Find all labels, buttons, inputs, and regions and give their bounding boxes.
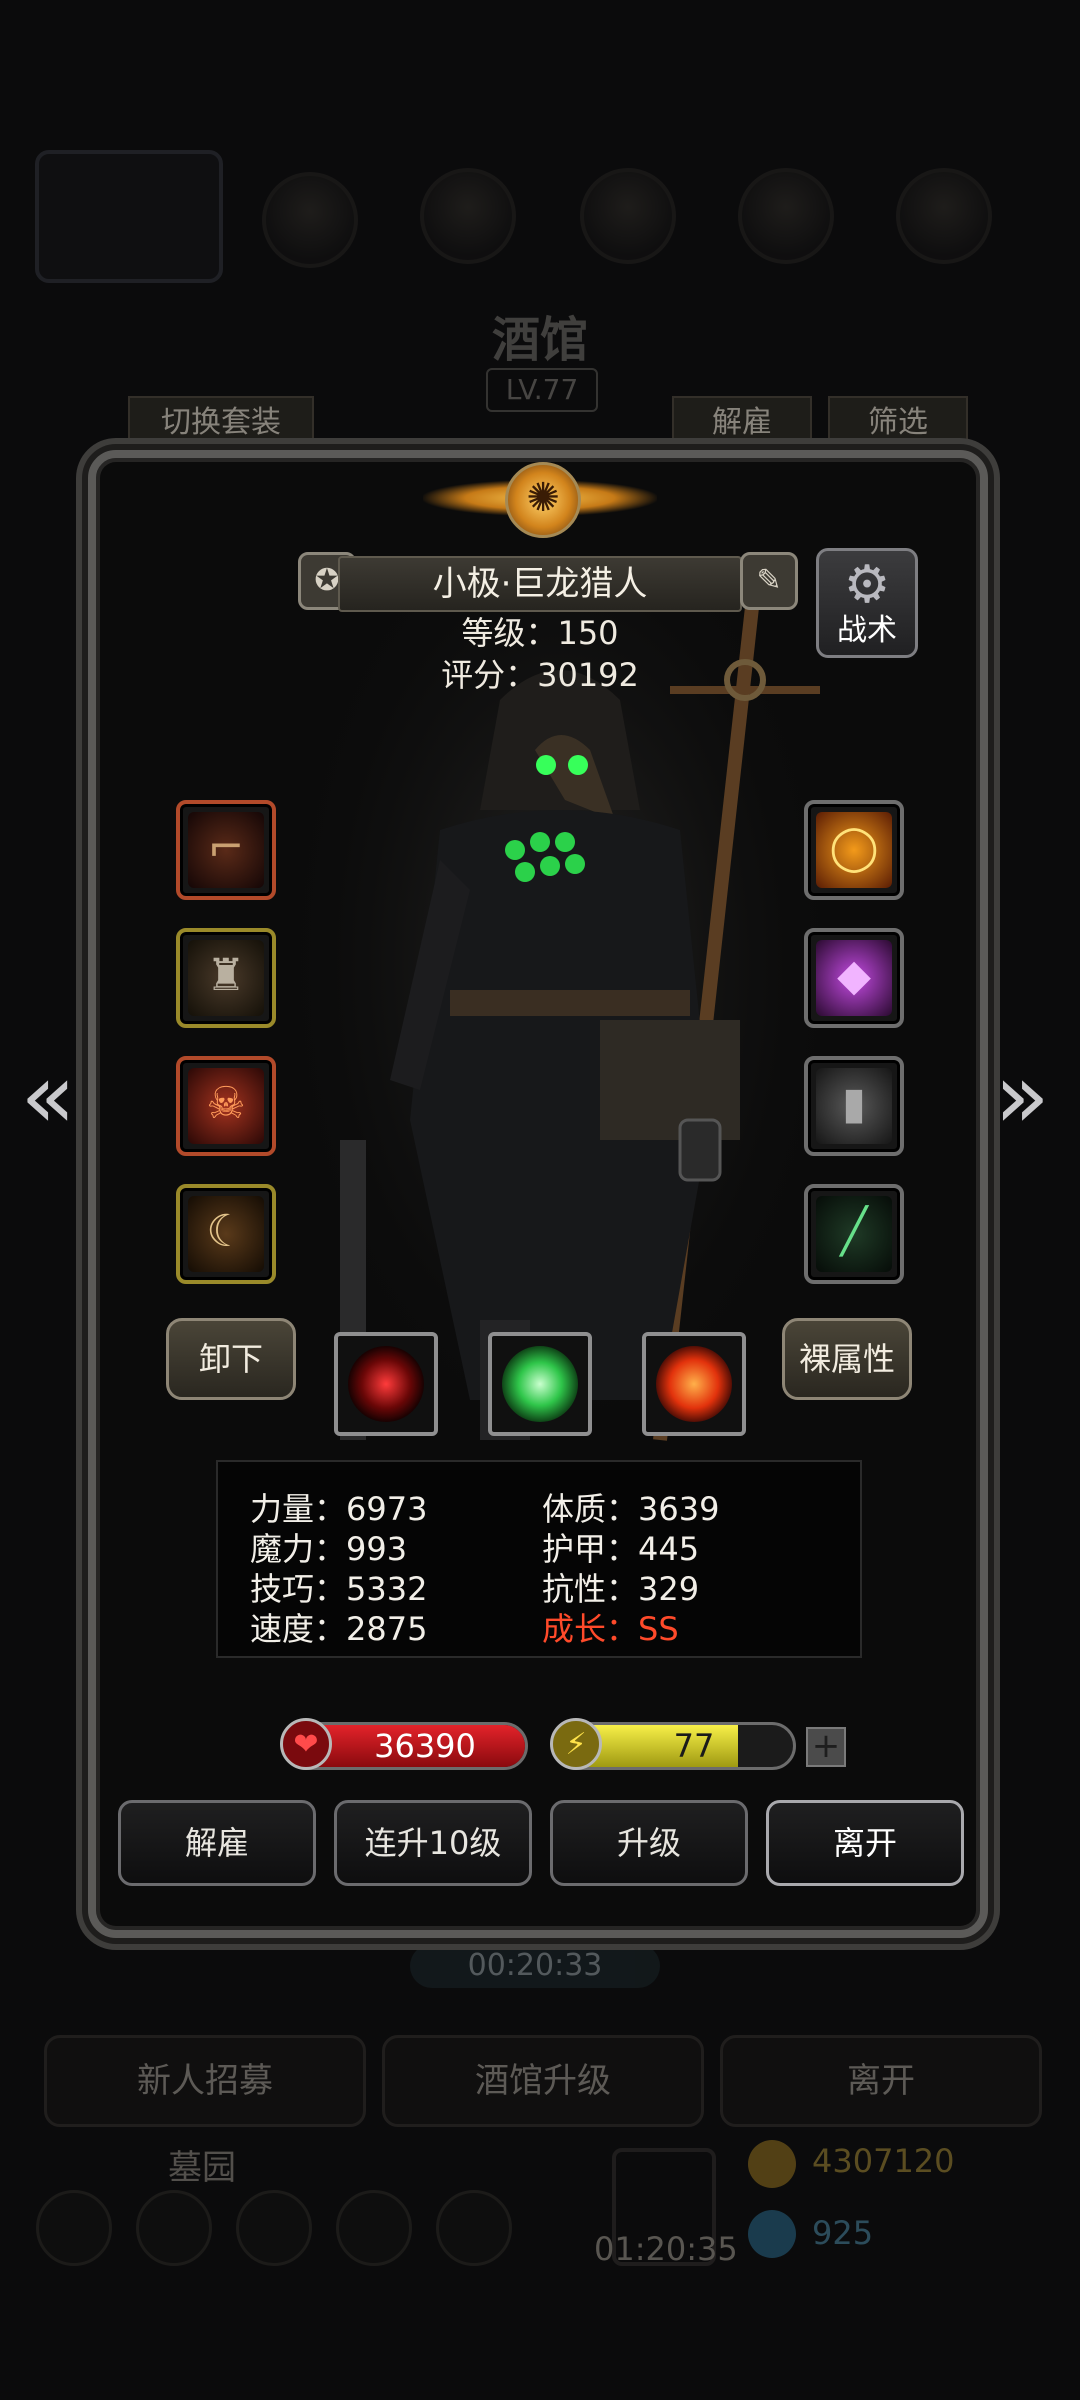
tavern-leave-button[interactable]: 离开 <box>720 2035 1042 2127</box>
hero-level: 等级：150 <box>461 614 619 652</box>
tactics-button[interactable]: ⚙ 战术 <box>816 548 918 658</box>
player-avatar <box>35 150 223 283</box>
gem-icon <box>748 2210 796 2258</box>
red-cross-skill-icon <box>656 1346 732 1422</box>
bg-menu-icon <box>580 168 676 264</box>
equip-slot-relic[interactable]: ▮ <box>804 1056 904 1156</box>
bg-bottom-icon <box>136 2190 212 2266</box>
gold-amount: 4307120 <box>812 2142 955 2180</box>
hero-name: 小极·巨龙猎人 <box>338 556 742 612</box>
heart-icon: ❤ <box>280 1718 332 1770</box>
panel-emblem: ✺ <box>413 450 667 540</box>
recruit-button[interactable]: 新人招募 <box>44 2035 366 2127</box>
emblem-icon: ✺ <box>505 462 581 538</box>
graveyard-label: 墓园 <box>168 2148 236 2188</box>
leave-button[interactable]: 离开 <box>766 1800 964 1886</box>
bg-bottom-icon <box>336 2190 412 2266</box>
bg-menu-icon <box>262 172 358 268</box>
attributes-panel: 力量：6973 魔力：993 技巧：5332 速度：2875 体质：3639 护… <box>216 1460 862 1658</box>
pistol-glyph: ⌐ <box>207 822 245 873</box>
tavern-level: LV.77 <box>486 368 598 412</box>
gift-timer: 01:20:35 <box>594 2230 738 2268</box>
previous-hero-arrow-icon[interactable]: « <box>18 1052 78 1142</box>
bg-bottom-icon <box>36 2190 112 2266</box>
equip-slot-weapon[interactable]: ⌐ <box>176 800 276 900</box>
gem-amount: 925 <box>812 2214 874 2252</box>
bg-menu-icon <box>420 168 516 264</box>
equip-slot-helm[interactable]: ☠ <box>176 1056 276 1156</box>
crystal-glyph: ◆ <box>837 950 871 1001</box>
horn-glyph: ☾ <box>206 1206 246 1257</box>
bg-bottom-icon <box>236 2190 312 2266</box>
lightning-icon: ⚡ <box>550 1718 602 1770</box>
skill-slot-3[interactable] <box>642 1332 746 1436</box>
attr-speed: 速度：2875 <box>250 1610 428 1648</box>
armor-glyph: ♜ <box>206 950 246 1001</box>
add-energy-button[interactable]: + <box>806 1727 846 1767</box>
equip-slot-armor[interactable]: ♜ <box>176 928 276 1028</box>
tavern-upgrade-button[interactable]: 酒馆升级 <box>382 2035 704 2127</box>
bg-menu-icon <box>738 168 834 264</box>
attr-growth: 成长：SS <box>542 1610 679 1648</box>
rename-edit-icon[interactable]: ✎ <box>740 552 798 610</box>
hp-value: 36390 <box>374 1727 476 1765</box>
dismiss-button[interactable]: 解雇 <box>118 1800 316 1886</box>
tombstone-glyph: ▮ <box>841 1078 867 1129</box>
bg-menu-icon <box>896 168 992 264</box>
level-up-10-button[interactable]: 连升10级 <box>334 1800 532 1886</box>
next-hero-arrow-icon[interactable]: » <box>992 1052 1052 1142</box>
green-ghost-skill-icon <box>502 1346 578 1422</box>
unequip-button[interactable]: 卸下 <box>166 1318 296 1400</box>
switch-outfit-button[interactable]: 切换套装 <box>128 396 314 450</box>
equip-slot-ring[interactable]: ◯ <box>804 800 904 900</box>
upgrade-button[interactable]: 升级 <box>550 1800 748 1886</box>
tavern-title: 酒馆 <box>491 312 588 368</box>
helm-glyph: ☠ <box>206 1078 246 1129</box>
energy-value: 77 <box>673 1727 715 1765</box>
staff-glyph: ╱ <box>840 1206 868 1257</box>
equip-slot-gem[interactable]: ◆ <box>804 928 904 1028</box>
bg-dismiss-button[interactable]: 解雇 <box>672 396 812 450</box>
equip-slot-staff[interactable]: ╱ <box>804 1184 904 1284</box>
gold-coin-icon <box>748 2140 796 2188</box>
base-attributes-button[interactable]: 裸属性 <box>782 1318 912 1400</box>
equip-slot-accessory[interactable]: ☾ <box>176 1184 276 1284</box>
tactics-label: 战术 <box>837 613 897 648</box>
tavern-timer: 00:20:33 <box>410 1944 660 1988</box>
skill-slot-2[interactable] <box>488 1332 592 1436</box>
ring-glyph: ◯ <box>829 822 879 873</box>
red-target-skill-icon <box>348 1346 424 1422</box>
hero-score: 评分：30192 <box>441 656 639 694</box>
skill-slot-1[interactable] <box>334 1332 438 1436</box>
filter-button[interactable]: 筛选 <box>828 396 968 450</box>
bg-bottom-icon <box>436 2190 512 2266</box>
